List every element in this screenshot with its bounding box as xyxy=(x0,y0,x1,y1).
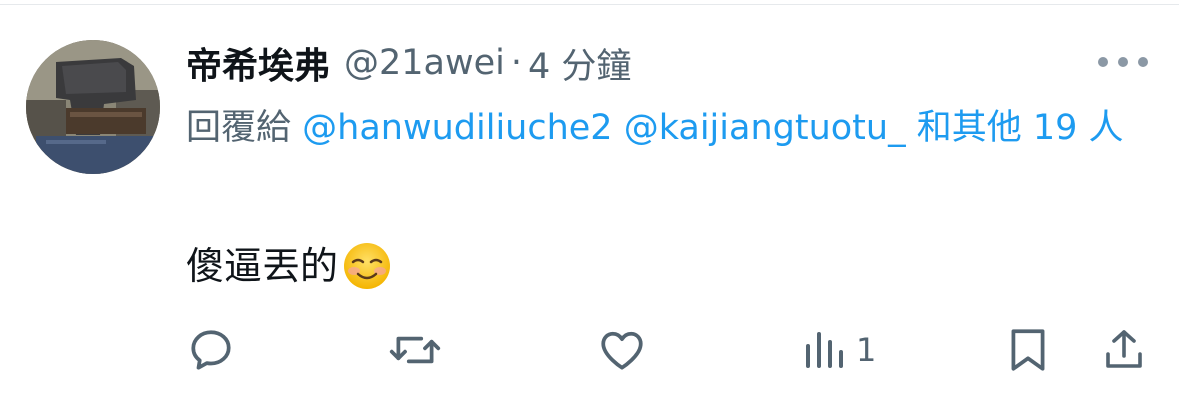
smiling-face-icon xyxy=(342,241,392,291)
analytics-icon xyxy=(806,332,843,368)
more-options-icon[interactable] xyxy=(1098,50,1148,74)
reply-context: 回覆給 @hanwudiliuche2 @kaijiangtuotu_ 和其他 … xyxy=(186,100,1136,156)
tweet-body: 傻逼丟的 xyxy=(186,238,392,294)
mention-link[interactable]: @kaijiangtuotu_ xyxy=(624,108,906,148)
others-link[interactable]: 和其他 19 人 xyxy=(917,108,1124,148)
action-bar: 1 xyxy=(0,320,1179,380)
reply-button[interactable] xyxy=(186,320,236,380)
heart-icon xyxy=(601,331,643,370)
retweet-button[interactable] xyxy=(388,320,442,380)
reply-prefix: 回覆給 xyxy=(186,108,292,148)
like-button[interactable] xyxy=(596,320,648,380)
views-button[interactable]: 1 xyxy=(802,320,876,380)
reply-icon xyxy=(191,330,231,370)
share-icon xyxy=(1106,330,1142,368)
mention-link[interactable]: @hanwudiliuche2 xyxy=(302,108,612,148)
display-name[interactable]: 帝希埃弗 xyxy=(186,37,330,89)
tweet-card[interactable]: 帝希埃弗 @21awei · 4 分鐘 回覆給 @hanwudiliuche2 … xyxy=(0,0,1179,415)
views-count: 1 xyxy=(856,331,877,369)
user-handle[interactable]: @21awei xyxy=(344,43,505,83)
avatar[interactable] xyxy=(26,40,160,174)
bookmark-icon xyxy=(1011,329,1045,371)
timestamp[interactable]: 4 分鐘 xyxy=(528,38,631,89)
retweet-icon xyxy=(389,336,441,364)
tweet-text: 傻逼丟的 xyxy=(186,244,339,288)
divider xyxy=(0,4,1179,5)
share-button[interactable] xyxy=(1102,320,1146,380)
separator-dot: · xyxy=(510,43,523,83)
bookmark-button[interactable] xyxy=(1006,320,1050,380)
tweet-header: 帝希埃弗 @21awei · 4 分鐘 xyxy=(186,38,631,88)
